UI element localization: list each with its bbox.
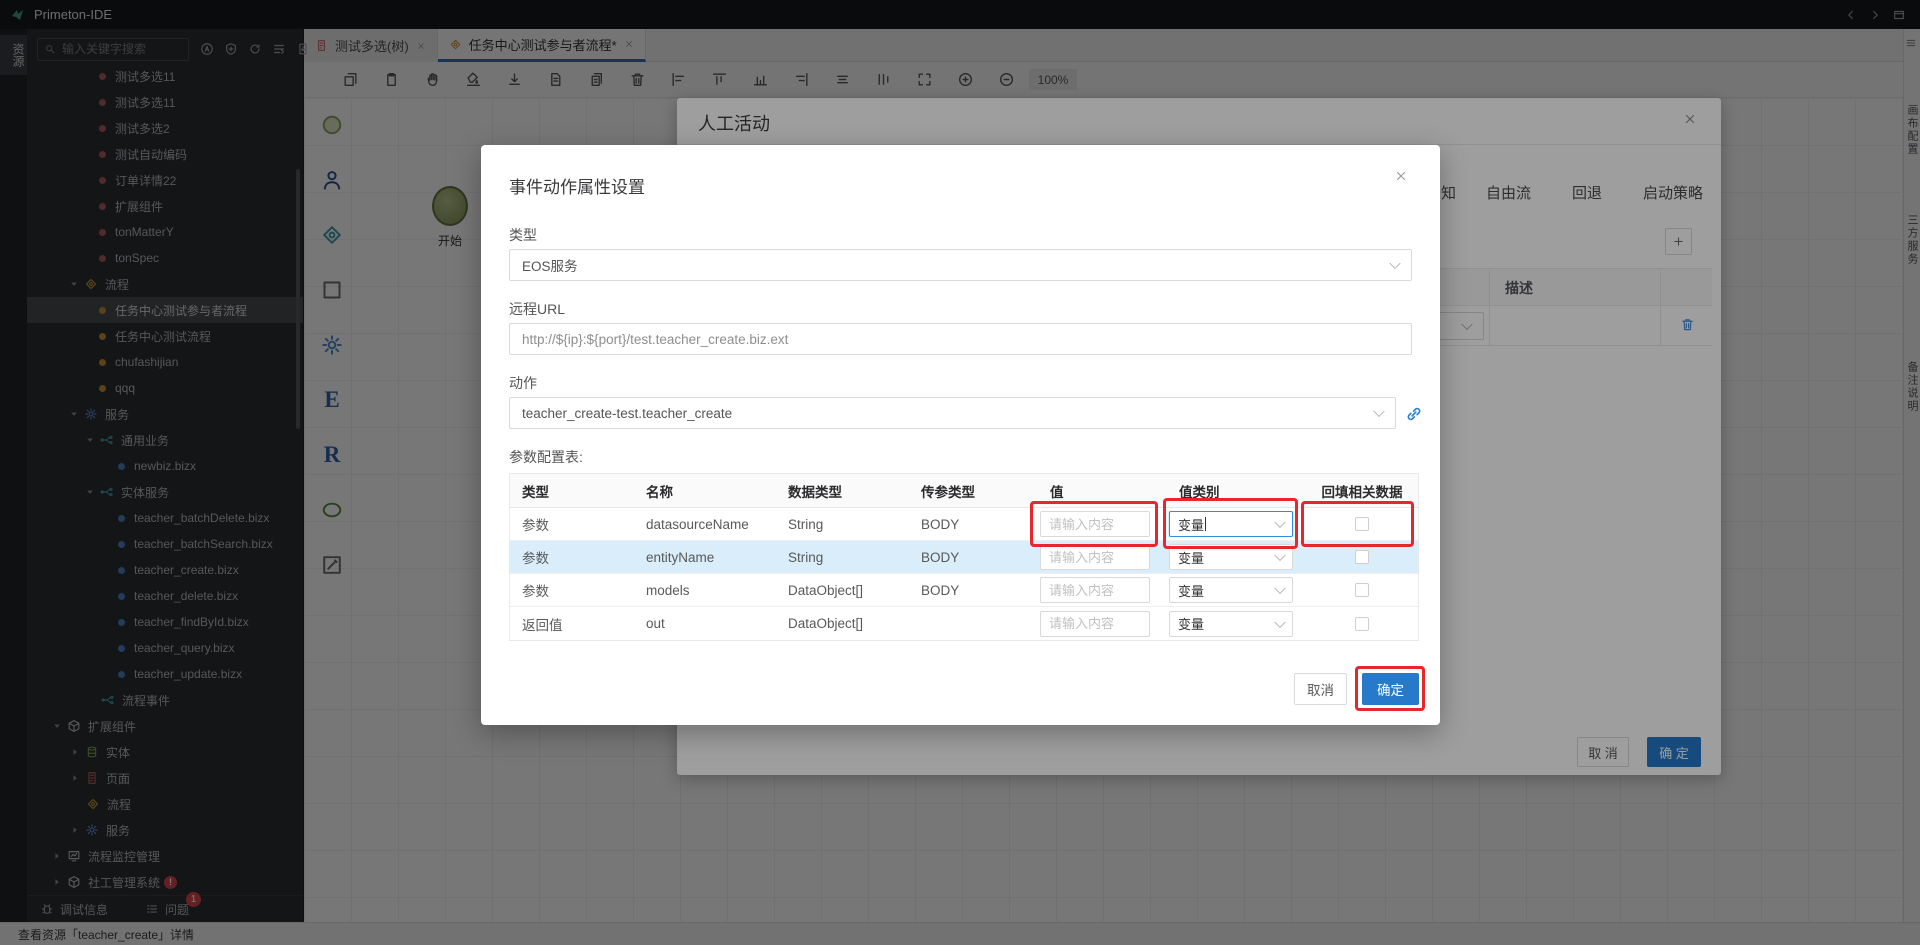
value-category-select[interactable]: 变量 (1169, 577, 1293, 603)
column-header: 回填相关数据 (1304, 481, 1420, 501)
close-icon[interactable] (1394, 169, 1408, 183)
chevron-down-icon (1274, 616, 1285, 627)
param-value-input[interactable] (1040, 577, 1150, 603)
param-type: 参数 (510, 580, 634, 600)
column-header: 值 (1038, 481, 1167, 501)
param-name: models (634, 583, 776, 598)
confirm-button[interactable]: 确定 (1362, 673, 1419, 705)
param-data-type: DataObject[] (776, 616, 909, 631)
type-select-value: EOS服务 (522, 255, 578, 275)
param-row: 返回值outDataObject[] 变量 (510, 607, 1418, 640)
value-category-select[interactable]: 变量 (1169, 511, 1293, 537)
value-category-select[interactable]: 变量 (1169, 544, 1293, 570)
cancel-button[interactable]: 取消 (1294, 673, 1347, 705)
param-value-input[interactable] (1040, 611, 1150, 637)
type-label: 类型 (509, 225, 537, 245)
action-label: 动作 (509, 373, 537, 393)
param-table-caption: 参数配置表: (509, 447, 583, 467)
param-value-input[interactable] (1040, 544, 1150, 570)
backfill-checkbox[interactable] (1355, 517, 1369, 531)
value-category-value: 变量 (1178, 614, 1204, 633)
param-data-type: DataObject[] (776, 583, 909, 598)
param-row: 参数modelsDataObject[]BODY 变量 (510, 574, 1418, 607)
text-cursor (1205, 517, 1206, 531)
param-row: 参数entityNameStringBODY 变量 (510, 541, 1418, 574)
backfill-checkbox[interactable] (1355, 583, 1369, 597)
value-category-value: 变量 (1178, 548, 1204, 567)
column-header: 名称 (634, 481, 776, 501)
backfill-checkbox[interactable] (1355, 617, 1369, 631)
value-category-value: 变量 (1178, 581, 1204, 600)
remote-url-input[interactable]: http://${ip}:${port}/test.teacher_create… (509, 323, 1412, 355)
chevron-down-icon (1389, 258, 1400, 269)
chevron-down-icon (1274, 550, 1285, 561)
remote-url-label: 远程URL (509, 299, 565, 319)
param-name: datasourceName (634, 517, 776, 532)
param-value-input[interactable] (1040, 511, 1150, 537)
dialog-title: 事件动作属性设置 (509, 173, 645, 198)
param-type: 返回值 (510, 614, 634, 634)
param-pass-type: BODY (909, 550, 1038, 565)
param-data-type: String (776, 517, 909, 532)
column-header: 数据类型 (776, 481, 909, 501)
param-config-table: 类型名称数据类型传参类型值值类别回填相关数据 参数datasourceNameS… (509, 473, 1419, 641)
remote-url-value: http://${ip}:${port}/test.teacher_create… (522, 332, 788, 347)
value-category-value: 变量 (1178, 515, 1204, 534)
column-header: 传参类型 (909, 481, 1038, 501)
chevron-down-icon (1274, 583, 1285, 594)
column-header: 值类别 (1167, 481, 1304, 501)
param-row: 参数datasourceNameStringBODY 变量 (510, 508, 1418, 541)
param-type: 参数 (510, 547, 634, 567)
chevron-down-icon (1274, 517, 1285, 528)
value-category-select[interactable]: 变量 (1169, 611, 1293, 637)
link-icon[interactable] (1404, 404, 1424, 424)
param-type: 参数 (510, 514, 634, 534)
column-header: 类型 (510, 481, 634, 501)
chevron-down-icon (1373, 406, 1384, 417)
param-name: entityName (634, 550, 776, 565)
backfill-checkbox[interactable] (1355, 550, 1369, 564)
param-data-type: String (776, 550, 909, 565)
app-root: Primeton-IDE 资源 测试多选11测试多选11测试多选2测试自动编码订… (0, 0, 1920, 945)
param-name: out (634, 616, 776, 631)
action-select-value: teacher_create-test.teacher_create (522, 406, 732, 421)
type-select[interactable]: EOS服务 (509, 249, 1412, 281)
event-action-properties-dialog: 事件动作属性设置 类型 EOS服务 远程URL http://${ip}:${p… (481, 145, 1440, 725)
param-pass-type: BODY (909, 517, 1038, 532)
action-select[interactable]: teacher_create-test.teacher_create (509, 397, 1396, 429)
param-pass-type: BODY (909, 583, 1038, 598)
